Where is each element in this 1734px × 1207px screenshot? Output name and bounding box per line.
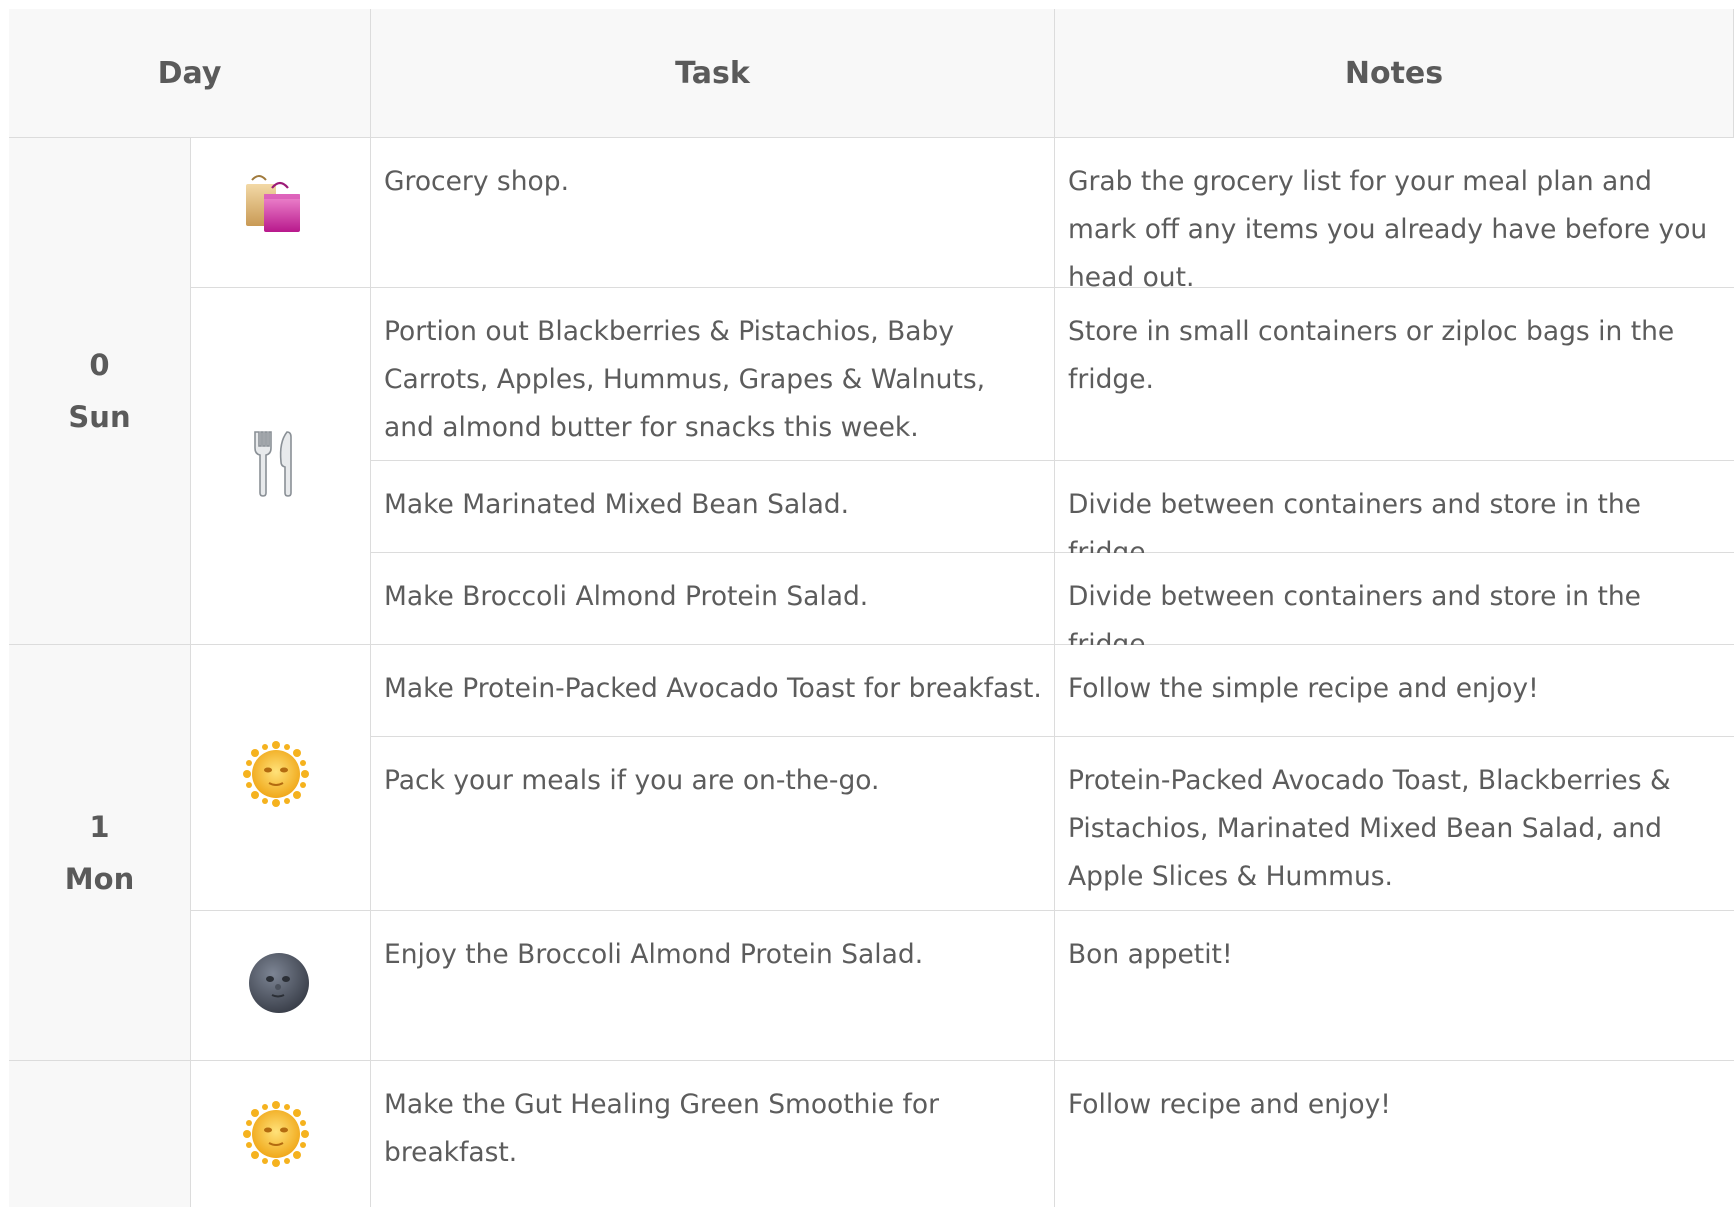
icon-cell-shopping <box>191 138 371 288</box>
notes-cell: Follow the simple recipe and enjoy! <box>1055 645 1734 737</box>
fork-and-knife-icon <box>254 431 292 497</box>
day-cell-mon: 1 Mon <box>9 645 191 1061</box>
header-notes: Notes <box>1055 9 1734 138</box>
shopping-bags-icon <box>246 175 300 232</box>
header-notes-label: Notes <box>1344 55 1444 91</box>
header-task: Task <box>371 9 1055 138</box>
task-cell: Enjoy the Broccoli Almond Protein Salad. <box>371 911 1055 1061</box>
notes-cell: Protein-Packed Avocado Toast, Blackberri… <box>1055 737 1734 911</box>
task-text: Make the Gut Healing Green Smoothie for … <box>384 1089 939 1168</box>
notes-text: Follow the simple recipe and enjoy! <box>1068 673 1539 704</box>
notes-text: Bon appetit! <box>1068 939 1233 970</box>
task-cell: Make Broccoli Almond Protein Salad. <box>371 553 1055 645</box>
header-task-label: Task <box>675 55 750 91</box>
task-cell: Grocery shop. <box>371 138 1055 288</box>
notes-cell: Grab the grocery list for your meal plan… <box>1055 138 1734 293</box>
day-cell-sun: 0 Sun <box>9 138 191 645</box>
meal-prep-schedule-table: Day Task Notes 0 Sun 1 Mon Grocery shop.… <box>0 0 1734 1207</box>
notes-text: Store in small containers or ziploc bags… <box>1068 316 1675 395</box>
notes-text: Follow recipe and enjoy! <box>1068 1089 1391 1120</box>
notes-text: Protein-Packed Avocado Toast, Blackberri… <box>1068 765 1671 892</box>
header-day-label: Day <box>157 55 222 91</box>
icon-cell-morning <box>191 645 371 911</box>
task-cell: Portion out Blackberries & Pistachios, B… <box>371 288 1055 461</box>
task-text: Make Broccoli Almond Protein Salad. <box>384 581 869 612</box>
notes-cell: Bon appetit! <box>1055 911 1734 1061</box>
notes-cell: Divide between containers and store in t… <box>1055 553 1734 660</box>
task-cell: Make Protein-Packed Avocado Toast for br… <box>371 645 1055 737</box>
task-cell: Make Marinated Mixed Bean Salad. <box>371 461 1055 553</box>
icon-cell-morning-next <box>191 1061 371 1207</box>
notes-text: Grab the grocery list for your meal plan… <box>1068 166 1708 293</box>
day-number: 1 <box>89 809 110 844</box>
task-cell: Make the Gut Healing Green Smoothie for … <box>371 1061 1055 1207</box>
day-number: 0 <box>89 348 110 382</box>
task-text: Make Marinated Mixed Bean Salad. <box>384 489 850 520</box>
icon-cell-evening <box>191 911 371 1061</box>
task-text: Pack your meals if you are on-the-go. <box>384 765 880 796</box>
day-name: Mon <box>64 861 135 896</box>
notes-cell: Store in small containers or ziploc bags… <box>1055 288 1734 461</box>
notes-cell: Follow recipe and enjoy! <box>1055 1061 1734 1207</box>
new-moon-face-icon <box>249 953 309 1013</box>
day-name: Sun <box>68 400 131 434</box>
icon-cell-meal <box>191 288 371 645</box>
task-text: Enjoy the Broccoli Almond Protein Salad. <box>384 939 924 970</box>
task-text: Grocery shop. <box>384 166 569 197</box>
sun-with-face-icon <box>243 1101 309 1167</box>
task-cell: Pack your meals if you are on-the-go. <box>371 737 1055 911</box>
task-text: Portion out Blackberries & Pistachios, B… <box>384 316 986 443</box>
header-day: Day <box>9 9 371 138</box>
day-cell-next <box>9 1061 191 1207</box>
notes-cell: Divide between containers and store in t… <box>1055 461 1734 568</box>
task-text: Make Protein-Packed Avocado Toast for br… <box>384 673 1042 704</box>
sun-with-face-icon <box>243 741 309 807</box>
